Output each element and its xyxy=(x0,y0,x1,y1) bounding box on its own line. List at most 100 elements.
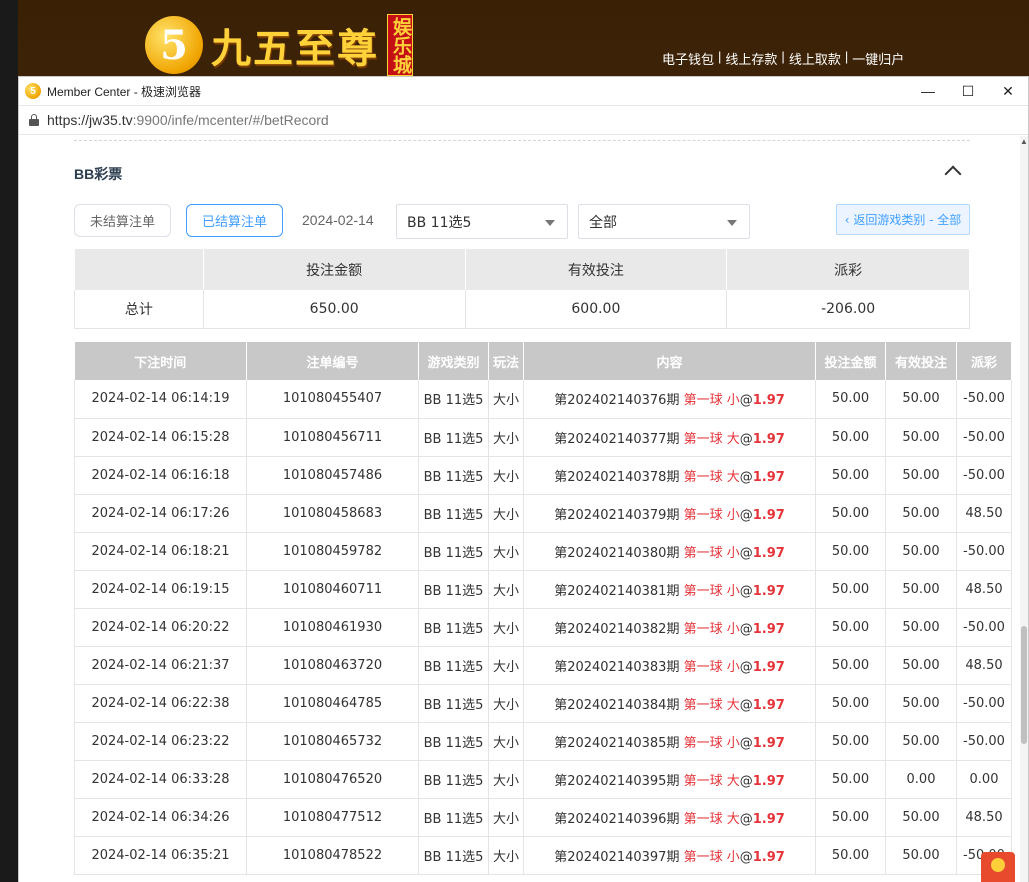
odds-at: @ xyxy=(739,849,753,865)
page-content: BB彩票 未结算注单 已结算注单 2024-02-14 BB 11选5 全部 ‹… xyxy=(19,136,1028,882)
title-bar: 5 Member Center - 极速浏览器 — ☐ ✕ xyxy=(19,77,1028,105)
cell-valid-bet: 50.00 xyxy=(885,494,957,533)
red-envelope-icon[interactable] xyxy=(981,852,1015,882)
cell-bet-amount: 50.00 xyxy=(815,532,886,571)
pick: 第一球 小 xyxy=(683,545,740,561)
game-select[interactable]: BB 11选5 xyxy=(396,204,568,239)
cell-bet-amount: 50.00 xyxy=(815,418,886,457)
cell-bet-amount: 50.00 xyxy=(815,646,886,685)
site-logo[interactable]: 5 九五至尊 娱乐城 xyxy=(145,14,413,76)
filter-select-value: 全部 xyxy=(589,214,617,231)
cell-game: BB 11选5 xyxy=(418,494,489,533)
odds-at: @ xyxy=(739,773,753,789)
scrollbar[interactable]: ▲ xyxy=(1020,136,1028,882)
period: 第202402140380期 xyxy=(554,545,680,561)
cell-bet-amount: 50.00 xyxy=(815,380,886,419)
unsettled-tab-button[interactable]: 未结算注单 xyxy=(74,204,171,237)
address-bar[interactable]: https://jw35.tv:9900/infe/mcenter/#/betR… xyxy=(19,105,1028,135)
nav-transfer-all[interactable]: 一键归户 xyxy=(852,49,904,68)
pick: 第一球 大 xyxy=(683,431,740,447)
pick: 第一球 小 xyxy=(683,507,740,523)
odds: 1.97 xyxy=(752,507,785,523)
scrollbar-thumb[interactable] xyxy=(1021,626,1027,744)
cell-bet-id: 101080456711 xyxy=(246,418,419,457)
cell-bet-id: 101080458683 xyxy=(246,494,419,533)
odds-at: @ xyxy=(739,659,753,675)
cell-content: 第202402140381期 第一球 小@1.97 xyxy=(523,570,816,609)
minimize-button[interactable]: — xyxy=(908,77,948,105)
nav-wallet[interactable]: 电子钱包 xyxy=(662,49,714,68)
cell-game: BB 11选5 xyxy=(418,456,489,495)
filter-select[interactable]: 全部 xyxy=(578,204,750,239)
summary-bet: 650.00 xyxy=(202,290,466,329)
odds: 1.97 xyxy=(752,431,785,447)
game-select-value: BB 11选5 xyxy=(407,214,472,231)
odds-at: @ xyxy=(739,507,753,523)
lock-icon xyxy=(29,114,39,126)
pick: 第一球 小 xyxy=(683,393,740,409)
site-nav: 电子钱包 | 线上存款 | 线上取款 | 一键归户 xyxy=(662,49,904,68)
url-path: :9900/infe/mcenter/#/betRecord xyxy=(132,112,329,128)
period: 第202402140376期 xyxy=(554,393,680,409)
scroll-up-icon[interactable]: ▲ xyxy=(1020,138,1028,146)
cell-content: 第202402140376期 第一球 小@1.97 xyxy=(523,380,816,419)
cell-bet-amount: 50.00 xyxy=(815,684,886,723)
cell-game: BB 11选5 xyxy=(418,836,489,875)
odds: 1.97 xyxy=(752,659,785,675)
chevron-up-icon[interactable] xyxy=(943,162,963,178)
table-row: 2024-02-14 06:16:18 101080457486 BB 11选5 大小… xyxy=(74,456,1012,495)
cell-content: 第202402140382期 第一球 小@1.97 xyxy=(523,608,816,647)
pick: 第一球 大 xyxy=(683,773,740,789)
summary-row: 总计 650.00 600.00 -206.00 xyxy=(74,290,970,329)
cell-game: BB 11选5 xyxy=(418,418,489,457)
pick: 第一球 小 xyxy=(683,659,740,675)
cell-valid-bet: 50.00 xyxy=(885,570,957,609)
cell-time: 2024-02-14 06:22:38 xyxy=(74,684,247,723)
table-row: 2024-02-14 06:14:19 101080455407 BB 11选5 大小… xyxy=(74,380,1012,419)
cell-valid-bet: 50.00 xyxy=(885,456,957,495)
cell-bet-amount: 50.00 xyxy=(815,798,886,837)
back-to-category-button[interactable]: ‹ 返回游戏类别 - 全部 xyxy=(836,204,970,235)
cell-time: 2024-02-14 06:23:22 xyxy=(74,722,247,761)
coin-icon xyxy=(991,858,1005,872)
cell-valid-bet: 50.00 xyxy=(885,608,957,647)
bet-records-table: 下注时间 注单编号 游戏类别 玩法 内容 投注金额 有效投注 派彩 2024-02-14 06… xyxy=(74,342,1012,875)
browser-window: 5 Member Center - 极速浏览器 — ☐ ✕ https://jw… xyxy=(18,76,1029,882)
settled-tab-button[interactable]: 已结算注单 xyxy=(186,204,283,237)
pick: 第一球 小 xyxy=(683,849,740,865)
pick: 第一球 小 xyxy=(683,735,740,751)
odds-at: @ xyxy=(739,469,753,485)
cell-game: BB 11选5 xyxy=(418,608,489,647)
cell-play: 大小 xyxy=(488,722,524,761)
maximize-button[interactable]: ☐ xyxy=(948,77,988,105)
cell-payout: -50.00 xyxy=(956,532,1012,571)
pick: 第一球 大 xyxy=(683,469,740,485)
odds-at: @ xyxy=(739,393,753,409)
cell-play: 大小 xyxy=(488,532,524,571)
pick: 第一球 小 xyxy=(683,621,740,637)
url-text[interactable]: https://jw35.tv:9900/infe/mcenter/#/betR… xyxy=(47,112,329,128)
cell-bet-amount: 50.00 xyxy=(815,836,886,875)
summary-label: 总计 xyxy=(74,290,204,329)
odds: 1.97 xyxy=(752,545,785,561)
nav-withdraw[interactable]: 线上取款 xyxy=(789,49,841,68)
section-title: BB彩票 xyxy=(74,166,123,182)
cell-bet-id: 101080463720 xyxy=(246,646,419,685)
cell-time: 2024-02-14 06:15:28 xyxy=(74,418,247,457)
date-picker[interactable]: 2024-02-14 xyxy=(302,212,374,228)
nav-separator: | xyxy=(718,49,722,64)
nav-deposit[interactable]: 线上存款 xyxy=(725,49,777,68)
cell-time: 2024-02-14 06:19:15 xyxy=(74,570,247,609)
cell-time: 2024-02-14 06:18:21 xyxy=(74,532,247,571)
cell-valid-bet: 50.00 xyxy=(885,646,957,685)
odds: 1.97 xyxy=(752,621,785,637)
header-bet-id: 注单编号 xyxy=(246,342,419,380)
period: 第202402140378期 xyxy=(554,469,680,485)
cell-bet-id: 101080465732 xyxy=(246,722,419,761)
close-button[interactable]: ✕ xyxy=(988,77,1028,105)
cell-payout: -50.00 xyxy=(956,608,1012,647)
cell-payout: 48.50 xyxy=(956,646,1012,685)
cell-bet-amount: 50.00 xyxy=(815,494,886,533)
records-body: 2024-02-14 06:14:19 101080455407 BB 11选5 大小… xyxy=(74,380,1012,875)
odds: 1.97 xyxy=(752,583,785,599)
